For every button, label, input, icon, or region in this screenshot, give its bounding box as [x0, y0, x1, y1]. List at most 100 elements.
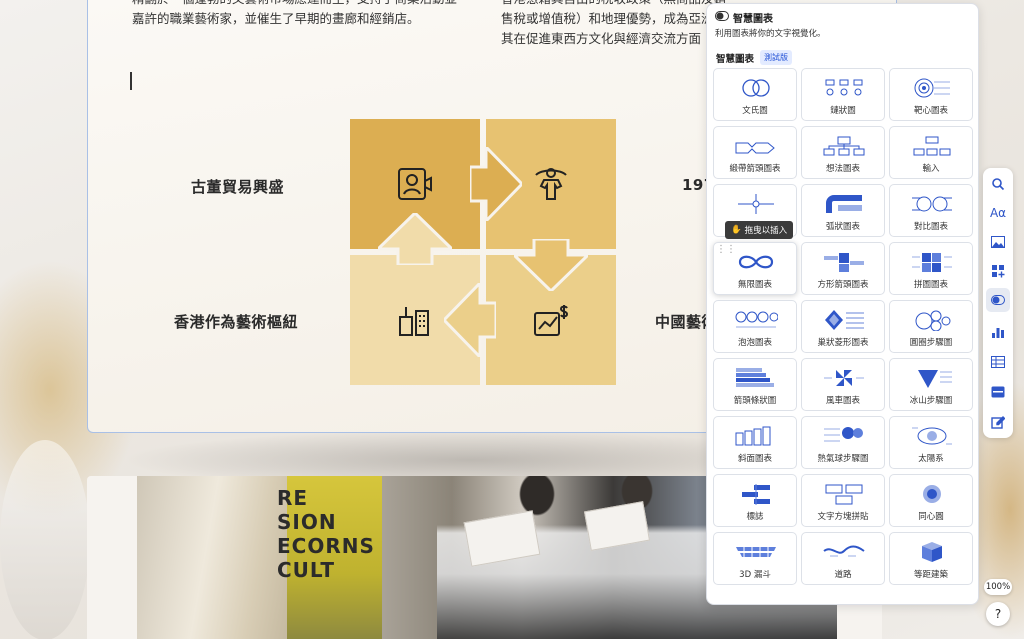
square-arrow-icon [822, 251, 866, 273]
solar-icon [910, 425, 954, 447]
sign-icon [734, 483, 778, 505]
chart-card-venn[interactable]: 文氏圖 [713, 68, 797, 121]
layout-icon [991, 386, 1005, 398]
hand-icon: ✋ [731, 225, 742, 235]
panel-title: 智慧圖表 [733, 14, 773, 25]
chart-card-label: 文氏圖 [742, 106, 768, 116]
poster-text: RE SION ECORNS CULT [277, 486, 375, 582]
chart-card-arc[interactable]: 弧狀圖表 [801, 184, 885, 237]
pinwheel-icon [822, 367, 866, 389]
chart-card-input[interactable]: 輸入 [889, 126, 973, 179]
hub-icon [734, 193, 778, 215]
chart-card-chain[interactable]: 鏈狀圖 [801, 68, 885, 121]
layout-button[interactable] [986, 380, 1010, 404]
chart-card-label: 輸入 [922, 164, 940, 174]
chart-card-road[interactable]: 道路 [801, 532, 885, 585]
chart-card-label: 泡泡圖表 [737, 338, 772, 348]
bar-chart-icon [992, 328, 1004, 338]
toggle-chart-icon [715, 11, 729, 21]
chart-card-idea[interactable]: 想法圖表 [801, 126, 885, 179]
chart-card-ribbon-arrow[interactable]: 緞帶箭頭圖表 [713, 126, 797, 179]
image-icon [991, 236, 1005, 248]
panel-header: 智慧圖表 利用圖表將你的文字視覺化。 [715, 10, 826, 39]
chart-card-square-arrow[interactable]: 方形箭頭圖表 [801, 242, 885, 295]
input-icon [910, 135, 954, 157]
chart-card-compare[interactable]: 對比圖表 [889, 184, 973, 237]
circle-steps-icon [910, 309, 954, 332]
smart-chart-button[interactable] [986, 288, 1010, 312]
chart-card-isometric[interactable]: 等距建築 [889, 532, 973, 585]
chart-card-label: 風車圖表 [825, 396, 860, 406]
chart-card-label: 冰山步驟圖 [909, 396, 953, 406]
arrow-left [444, 283, 496, 357]
chart-card-concentric[interactable]: 同心圓 [889, 474, 973, 527]
smart-chart-icon [991, 295, 1005, 305]
label-antique-trade[interactable]: 古董貿易興盛 [191, 176, 284, 197]
chart-card-bevel[interactable]: 斜面圖表 [713, 416, 797, 469]
drag-handle-icon[interactable]: ⋮⋮ [716, 245, 736, 255]
panel-subtitle: 利用圖表將你的文字視覺化。 [715, 29, 826, 39]
newspaper [463, 510, 541, 567]
chart-button[interactable] [986, 320, 1010, 344]
chart-card-label: 文字方塊拼貼 [817, 512, 869, 522]
chart-card-label: 對比圖表 [913, 222, 948, 232]
balloon-icon [822, 425, 866, 447]
puzzle-icon [910, 251, 954, 273]
chart-card-sign[interactable]: 標誌 [713, 474, 797, 527]
chart-card-funnel[interactable]: 3D 漏斗 [713, 532, 797, 585]
chart-card-label: 斜面圖表 [737, 454, 772, 464]
road-icon [822, 541, 866, 563]
body-text-right[interactable]: 香港憑藉其自由的稅收政策（無商品及銷售稅或增值稅）和地理優勢，成為亞洲使其在促進… [501, 0, 731, 49]
chart-card-nested-diamond[interactable]: 巢狀菱形圖表 [801, 300, 885, 353]
chart-card-label: 太陽系 [918, 454, 944, 464]
iceberg-icon [910, 367, 954, 389]
search-button[interactable] [986, 172, 1010, 196]
table-button[interactable] [986, 350, 1010, 374]
chart-card-label: 箭頭條狀圖 [733, 396, 777, 406]
search-icon [992, 178, 1005, 191]
bubble-icon [734, 309, 779, 331]
body-text-left[interactable]: 精翻於一個蓬勃的文藝術市場應運而生，支持了商業活動並嘉許的職業藝術家，並催生了早… [132, 0, 462, 29]
text-collage-icon [822, 483, 866, 505]
chart-card-label: 拼圖圖表 [913, 280, 948, 290]
arc-icon [822, 193, 866, 215]
bevel-icon [734, 425, 778, 447]
compare-icon [910, 193, 954, 215]
chart-card-label: 鏈狀圖 [830, 106, 856, 116]
text-style-button[interactable]: Aα [986, 201, 1010, 225]
puzzle-graphic[interactable] [350, 119, 616, 385]
image-button[interactable] [986, 230, 1010, 254]
chart-card-label: 熱氣球步驟圖 [817, 454, 869, 464]
concentric-icon [910, 483, 954, 505]
chart-card-bubble[interactable]: 泡泡圖表 [713, 300, 797, 353]
chart-card-iceberg[interactable]: 冰山步驟圖 [889, 358, 973, 411]
growth-chart-icon [531, 300, 571, 340]
zoom-level[interactable]: 100% [984, 579, 1012, 595]
text-style-icon: Aα [989, 206, 1007, 220]
arrow-down [514, 239, 588, 291]
chart-card-label: 等距建築 [913, 570, 948, 580]
chart-card-puzzle[interactable]: 拼圖圖表 [889, 242, 973, 295]
chart-card-label: 巢狀菱形圖表 [817, 338, 869, 348]
chart-card-balloon[interactable]: 熱氣球步驟圖 [801, 416, 885, 469]
buildings-icon [395, 300, 435, 340]
chart-card-label: 標誌 [746, 512, 764, 522]
chart-card-circle-steps[interactable]: 圓圈步驟圖 [889, 300, 973, 353]
edit-button[interactable] [986, 410, 1010, 434]
elements-button[interactable] [986, 259, 1010, 283]
chart-card-pinwheel[interactable]: 風車圖表 [801, 358, 885, 411]
chart-card-label: 同心圓 [918, 512, 944, 522]
tooltip-text: 拖曳以插入 [744, 226, 788, 236]
smart-chart-panel[interactable]: 智慧圖表 利用圖表將你的文字視覺化。 智慧圖表 測試版 文氏圖 鏈狀圖 靶心圖表 緞帶… [706, 3, 979, 605]
newspaper [583, 501, 651, 551]
ribbon-arrow-icon [734, 135, 778, 157]
chart-card-text-collage[interactable]: 文字方塊拼貼 [801, 474, 885, 527]
target-icon [910, 77, 954, 99]
chart-card-label: 3D 漏斗 [739, 570, 771, 580]
chart-card-target[interactable]: 靶心圖表 [889, 68, 973, 121]
chart-card-solar[interactable]: 太陽系 [889, 416, 973, 469]
help-button[interactable]: ? [986, 602, 1010, 626]
label-hk-hub[interactable]: 香港作為藝術樞紐 [174, 311, 298, 332]
chart-card-arrow-bar[interactable]: 箭頭條狀圖 [713, 358, 797, 411]
scholar-icon [531, 164, 571, 204]
